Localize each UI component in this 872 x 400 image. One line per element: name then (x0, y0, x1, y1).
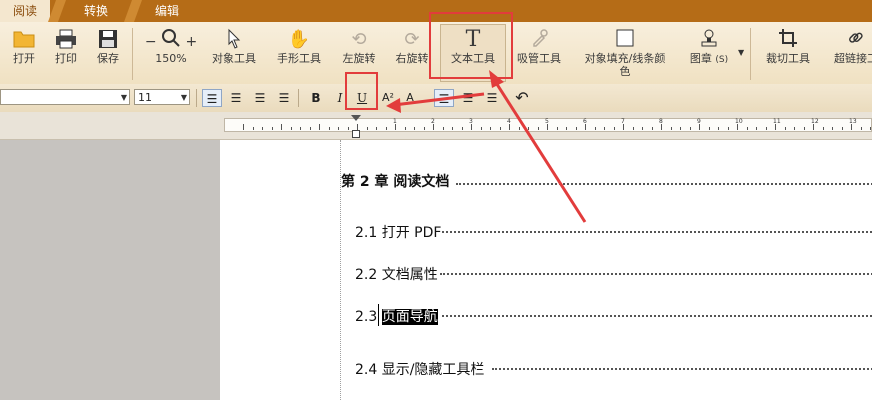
annotation-arrows (386, 70, 587, 223)
